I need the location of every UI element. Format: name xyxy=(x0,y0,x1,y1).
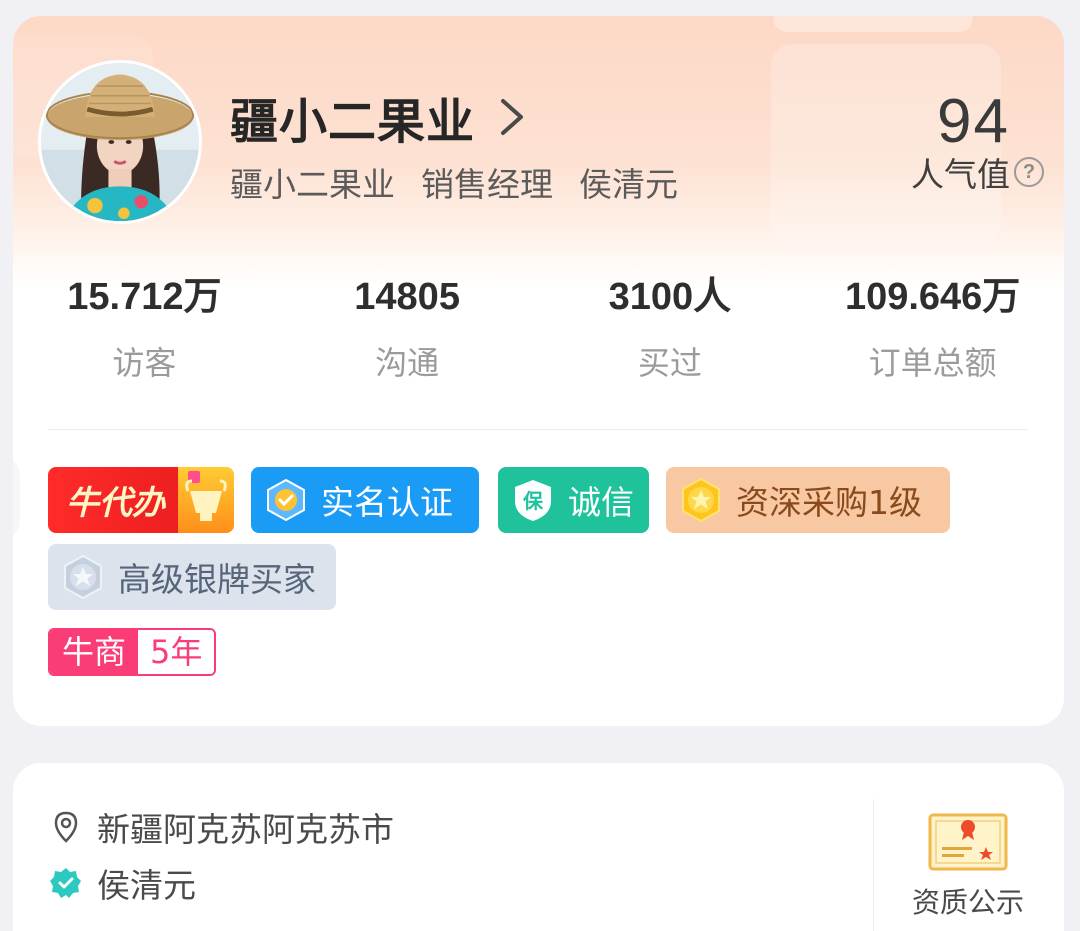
niushang-label: 牛商 xyxy=(50,630,139,674)
silver-buyer-label: 高级银牌买家 xyxy=(118,560,316,599)
qualification-button[interactable]: 资质公示 xyxy=(893,813,1043,921)
hero-decoration xyxy=(773,16,973,32)
popularity-value: 94 xyxy=(937,87,1010,156)
realname-shield-icon xyxy=(267,478,305,522)
credit-label: 诚信 xyxy=(568,483,634,522)
stat-value: 109.646万 xyxy=(844,276,1021,318)
stat-label: 沟通 xyxy=(375,344,440,382)
avatar[interactable] xyxy=(38,60,202,224)
stat-visitors[interactable]: 15.712万 访客 xyxy=(13,270,276,390)
guarantee-glyph: 保 xyxy=(522,489,544,513)
stat-buyers[interactable]: 3100人 买过 xyxy=(539,270,802,390)
profile-card: 疆小二果业 疆小二果业 销售经理 侯清元 94 人气值 ? 15.712万 访客… xyxy=(13,16,1064,726)
chevron-right-icon xyxy=(501,99,524,135)
seller-info: 疆小二果业 销售经理 侯清元 xyxy=(230,160,704,204)
qualification-label: 资质公示 xyxy=(911,886,1024,919)
certificate-icon xyxy=(928,813,1008,871)
silver-star-medal-icon xyxy=(64,554,102,600)
niushang-tag[interactable]: 牛商 5年 xyxy=(48,628,217,676)
position-title: 销售经理 xyxy=(421,165,553,204)
stats-row: 15.712万 访客 14805 沟通 3100人 买过 109.646万 订单… xyxy=(13,270,1064,390)
verified-contact-row: 侯清元 xyxy=(49,859,196,907)
info-card: 新疆阿克苏阿克苏市 侯清元 资质公示 xyxy=(13,763,1064,931)
company-name: 疆小二果业 xyxy=(230,165,395,204)
stat-label: 买过 xyxy=(637,344,702,382)
divider xyxy=(48,429,1028,430)
location-pin-icon xyxy=(54,811,78,843)
stat-value: 3100人 xyxy=(608,276,732,318)
popularity-label-row[interactable]: 人气值 ? xyxy=(911,150,1044,194)
gold-star-medal-icon xyxy=(682,477,720,523)
verified-badge-icon xyxy=(50,868,81,898)
guarantee-shield-icon: 保 xyxy=(515,480,551,521)
credit-badge[interactable]: 保 诚信 xyxy=(498,467,649,533)
vertical-divider xyxy=(873,799,874,931)
contact-name: 侯清元 xyxy=(579,165,678,204)
senior-buyer-badge[interactable]: 资深采购1级 xyxy=(666,467,950,533)
niudaiban-badge[interactable]: 牛代办 xyxy=(48,467,234,533)
location-row[interactable]: 新疆阿克苏阿克苏市 xyxy=(49,803,394,851)
shop-name-row[interactable]: 疆小二果业 xyxy=(230,86,527,150)
stat-label: 访客 xyxy=(112,344,177,382)
niushang-years: 5年 xyxy=(138,630,215,674)
senior-buyer-label: 资深采购1级 xyxy=(736,483,922,522)
realname-badge[interactable]: 实名认证 xyxy=(251,467,479,533)
stat-communications[interactable]: 14805 沟通 xyxy=(276,270,539,390)
help-icon[interactable]: ? xyxy=(1014,157,1044,187)
location-text: 新疆阿克苏阿克苏市 xyxy=(97,810,394,849)
stat-value: 15.712万 xyxy=(67,276,222,318)
stat-label: 订单总额 xyxy=(868,344,997,382)
stat-value: 14805 xyxy=(354,276,460,318)
store-profile-page: 疆小二果业 疆小二果业 销售经理 侯清元 94 人气值 ? 15.712万 访客… xyxy=(0,0,1080,931)
stat-order-total[interactable]: 109.646万 订单总额 xyxy=(801,270,1064,390)
verified-name: 侯清元 xyxy=(97,866,196,905)
side-edge-handle xyxy=(0,455,20,541)
niudaiban-label: 牛代办 xyxy=(66,483,165,522)
shop-name: 疆小二果业 xyxy=(230,94,476,150)
realname-label: 实名认证 xyxy=(321,483,453,522)
silver-buyer-badge[interactable]: 高级银牌买家 xyxy=(48,544,336,610)
bull-cup-icon xyxy=(178,467,234,533)
avatar-image xyxy=(41,63,199,221)
popularity-label: 人气值 xyxy=(911,155,1010,194)
